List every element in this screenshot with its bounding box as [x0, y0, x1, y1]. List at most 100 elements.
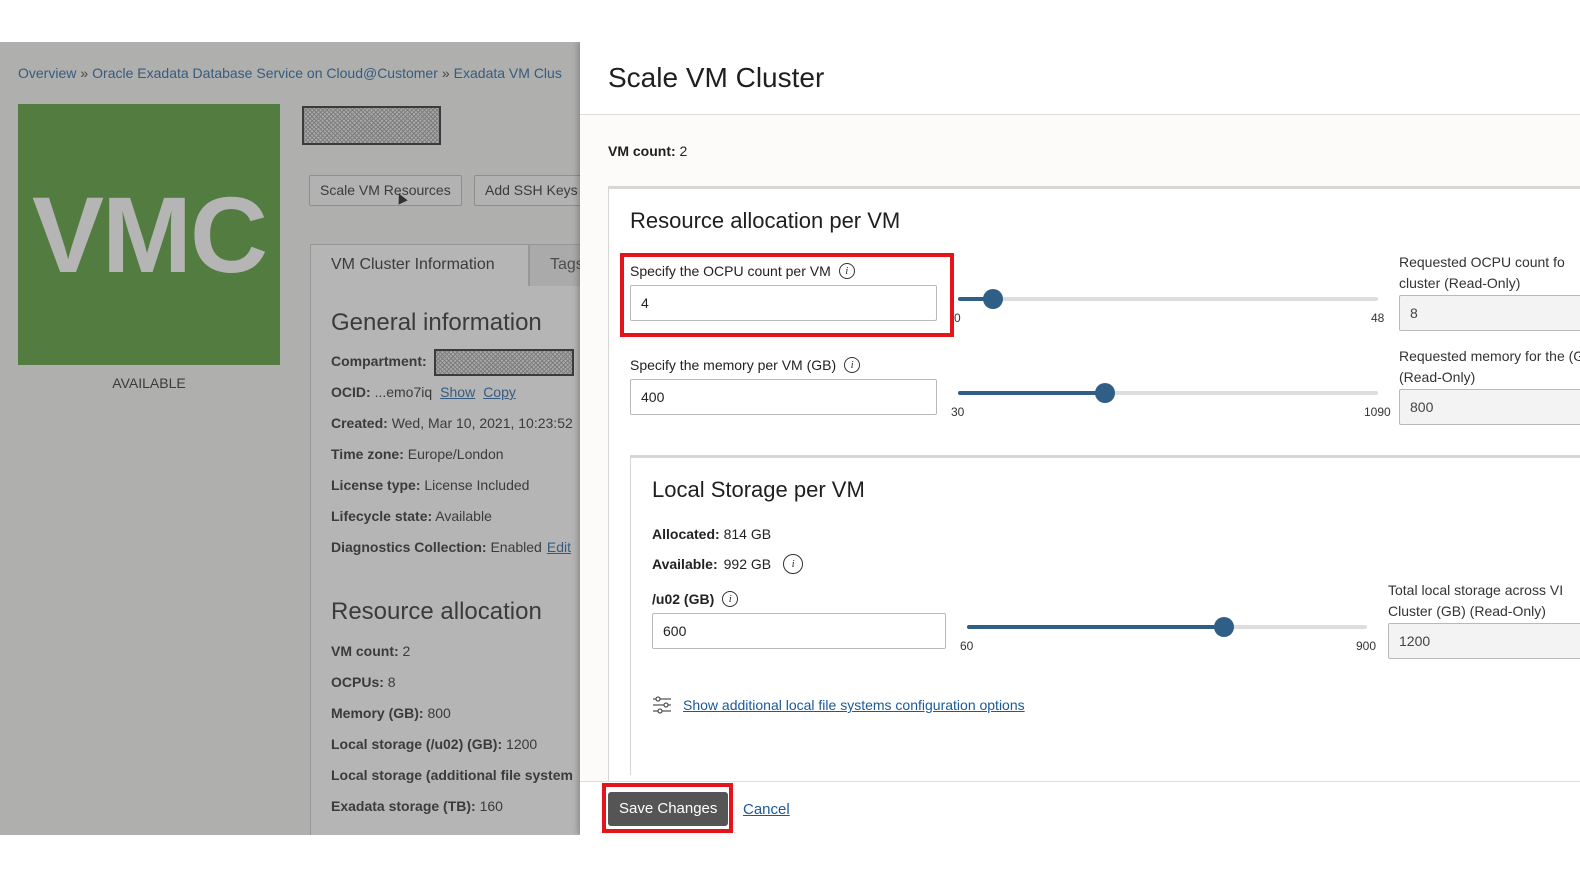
timezone-value: Europe/London: [407, 446, 504, 462]
u02-field-label: /u02 (GB) i: [652, 591, 739, 607]
drawer-title: Scale VM Cluster: [608, 62, 825, 93]
license-label: License type:: [331, 477, 421, 493]
resource-icon-text: VMC: [32, 174, 268, 295]
ocpu-max-tick: 48: [1371, 311, 1385, 325]
diagnostics-row: Diagnostics Collection: Enabled Edit: [331, 539, 571, 555]
local-storage-value: 1200: [506, 736, 538, 752]
redacted-name: [302, 106, 441, 145]
vm-count-value: 2: [402, 643, 411, 659]
exadata-storage-label: Exadata storage (TB):: [331, 798, 476, 814]
memory-label: Memory (GB):: [331, 705, 424, 721]
info-icon[interactable]: i: [783, 554, 804, 574]
created-label: Created:: [331, 415, 388, 431]
memory-readonly-label: Requested memory for the (GB) (Read-Only…: [1399, 348, 1580, 385]
ocpu-readonly-label: Requested OCPU count fo cluster (Read-On…: [1399, 254, 1565, 291]
ocid-show-link[interactable]: Show: [440, 384, 475, 400]
memory-value: 800: [427, 705, 451, 721]
local-storage-additional-label: Local storage (additional file system: [331, 767, 573, 783]
timezone-label: Time zone:: [331, 446, 404, 462]
license-row: License type: License Included: [331, 477, 529, 493]
scale-vm-resources-button[interactable]: Scale VM Resources: [309, 175, 462, 206]
local-storage-additional-row: Local storage (additional file system: [331, 767, 573, 783]
ocid-copy-link[interactable]: Copy: [483, 384, 516, 400]
local-storage-row: Local storage (/u02) (GB): 1200: [331, 736, 537, 752]
info-icon[interactable]: i: [722, 591, 739, 607]
memory-row: Memory (GB): 800: [331, 705, 451, 721]
diagnostics-label: Diagnostics Collection:: [331, 539, 487, 555]
vm-count-label: VM count:: [331, 643, 399, 659]
u02-label-text: /u02 (GB): [652, 591, 715, 607]
redacted-compartment: [434, 349, 574, 376]
exadata-storage-row: Exadata storage (TB): 160: [331, 798, 503, 814]
ocpu-highlight-box: [620, 253, 954, 337]
exadata-storage-value: 160: [479, 798, 503, 814]
drawer-vm-count-label: VM count:: [608, 143, 676, 159]
memory-input[interactable]: 400: [630, 379, 937, 415]
memory-slider-fill: [958, 391, 1105, 395]
storage-allocated-value: 814 GB: [723, 526, 772, 542]
configuration-sliders-icon: [653, 696, 671, 714]
ocid-value: ...emo7iq: [374, 384, 433, 400]
memory-total-readonly: 800: [1399, 389, 1580, 425]
info-icon[interactable]: i: [844, 357, 861, 373]
compartment-row: Compartment:: [331, 353, 427, 369]
memory-max-tick: 1090: [1364, 405, 1391, 419]
breadcrumb-vm-clusters[interactable]: Exadata VM Clus: [454, 65, 562, 81]
storage-readonly-label: Total local storage across VI Cluster (G…: [1388, 582, 1564, 619]
memory-slider[interactable]: [958, 383, 1378, 403]
ocpu-slider-handle[interactable]: [982, 289, 1003, 309]
storage-available-row: Available: 992 GB i: [652, 554, 804, 574]
ocpu-slider[interactable]: [958, 289, 1378, 309]
compartment-label: Compartment:: [331, 353, 427, 369]
local-storage-label: Local storage (/u02) (GB):: [331, 736, 503, 752]
tab-tags[interactable]: Tags: [529, 244, 584, 286]
background-page: Overview» Oracle Exadata Database Service…: [0, 42, 584, 835]
resource-status: AVAILABLE: [112, 375, 186, 391]
memory-label-text: Specify the memory per VM (GB): [630, 357, 837, 373]
u02-min-tick: 60: [960, 639, 974, 653]
created-row: Created: Wed, Mar 10, 2021, 10:23:52: [331, 415, 573, 431]
resource-allocation-per-vm-heading: Resource allocation per VM: [630, 208, 901, 233]
storage-total-readonly: 1200: [1388, 623, 1580, 659]
u02-input[interactable]: 600: [652, 613, 946, 649]
memory-slider-handle[interactable]: [1094, 383, 1115, 403]
breadcrumb-exadata-service[interactable]: Oracle Exadata Database Service on Cloud…: [92, 65, 438, 81]
ocid-label: OCID:: [331, 384, 371, 400]
drawer-vm-count-value: 2: [679, 143, 688, 159]
app-frame: Overview» Oracle Exadata Database Service…: [0, 42, 1580, 835]
diagnostics-edit-link[interactable]: Edit: [547, 539, 571, 555]
ocpus-value: 8: [387, 674, 396, 690]
u02-slider-fill: [967, 625, 1225, 629]
ocid-row: OCID: ...emo7iq Show Copy: [331, 384, 516, 400]
breadcrumb-overview[interactable]: Overview: [18, 65, 76, 81]
breadcrumb: Overview» Oracle Exadata Database Service…: [18, 65, 562, 81]
add-ssh-keys-button[interactable]: Add SSH Keys: [474, 175, 584, 206]
storage-allocated-row: Allocated: 814 GB: [652, 526, 771, 542]
ocpus-row: OCPUs: 8: [331, 674, 396, 690]
show-additional-filesystems-link[interactable]: Show additional local file systems confi…: [683, 697, 1025, 713]
ocpus-label: OCPUs:: [331, 674, 384, 690]
tab-vm-cluster-information[interactable]: VM Cluster Information: [310, 244, 529, 286]
lifecycle-row: Lifecycle state: Available: [331, 508, 492, 524]
general-information-heading: General information: [331, 309, 542, 336]
local-storage-heading: Local Storage per VM: [652, 477, 865, 502]
scale-vm-cluster-drawer: Scale VM Cluster VM count: 2 Resource al…: [580, 42, 1580, 835]
timezone-row: Time zone: Europe/London: [331, 446, 504, 462]
license-value: License Included: [424, 477, 530, 493]
storage-available-label: Available:: [652, 556, 718, 572]
u02-slider[interactable]: [967, 617, 1367, 637]
resource-allocation-heading: Resource allocation: [331, 598, 542, 625]
breadcrumb-separator: »: [80, 65, 89, 81]
diagnostics-value: Enabled: [490, 539, 542, 555]
created-value: Wed, Mar 10, 2021, 10:23:52: [391, 415, 573, 431]
ocpu-total-readonly: 8: [1399, 295, 1580, 331]
memory-field-label: Specify the memory per VM (GB) i: [630, 357, 861, 373]
drawer-vm-count: VM count: 2: [608, 143, 687, 159]
lifecycle-label: Lifecycle state:: [331, 508, 433, 524]
lifecycle-value: Available: [435, 508, 492, 524]
ocpu-min-tick: 0: [954, 311, 961, 325]
save-highlight-box: [602, 783, 733, 833]
cancel-link[interactable]: Cancel: [743, 801, 790, 818]
u02-max-tick: 900: [1356, 639, 1377, 653]
storage-available-value: 992 GB: [723, 556, 772, 572]
